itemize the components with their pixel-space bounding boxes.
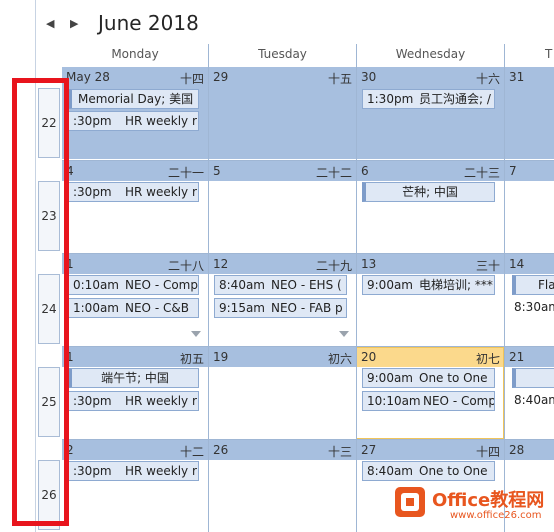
event-thursday-830[interactable]: 8:30am (512, 298, 554, 318)
event-elevator-training[interactable]: 9:00am 电梯培训; *** (362, 275, 495, 295)
event-hr-weekly[interactable]: :30pm HR weekly r (68, 182, 199, 202)
watermark-url: www.office26.com (450, 510, 542, 521)
grid-line (208, 44, 209, 532)
prev-month-button[interactable]: ◀ (46, 17, 54, 30)
day-header[interactable]: 2 十二 (62, 440, 208, 460)
event-one-to-one[interactable]: 8:40am One to One (362, 461, 495, 481)
day-header[interactable]: 1 二十八 (62, 254, 208, 274)
event-neo-cb[interactable]: 1:00am NEO - C&B (68, 298, 199, 318)
month-title: June 2018 (98, 11, 199, 35)
office-logo-icon (392, 484, 428, 520)
event-hr-weekly[interactable]: :30pm HR weekly r (68, 391, 199, 411)
grid-line (62, 253, 554, 254)
weekday-monday: Monday (111, 47, 159, 61)
grid-line (356, 44, 357, 532)
day-header[interactable]: May 28 十四 (62, 67, 208, 87)
event-one-to-one[interactable]: 9:00am One to One (362, 368, 495, 388)
event-neo-comp[interactable]: 10:10am NEO - Comp (362, 391, 495, 411)
weekday-tuesday: Tuesday (258, 47, 307, 61)
day-header[interactable]: 1 初五 (62, 347, 208, 367)
grid-line (504, 44, 505, 532)
weekday-thursday: T (545, 47, 553, 61)
event-thursday-allday[interactable] (512, 368, 554, 388)
grid-line (62, 346, 554, 347)
event-hr-weekly[interactable]: :30pm HR weekly r (68, 461, 199, 481)
day-header[interactable]: 14 (505, 254, 554, 274)
grid-line (62, 439, 554, 440)
more-events-indicator[interactable] (191, 331, 201, 337)
more-events-indicator[interactable] (339, 331, 349, 337)
weekday-wednesday: Wednesday (395, 47, 466, 61)
event-thursday-allday[interactable]: Fla (512, 275, 554, 295)
day-header[interactable]: 12 二十九 (209, 254, 356, 274)
next-month-button[interactable]: ▶ (70, 17, 78, 30)
day-header[interactable]: 7 (505, 161, 554, 181)
event-memorial-day[interactable]: Memorial Day; 美国 (68, 89, 199, 109)
event-neo-ehs[interactable]: 8:40am NEO - EHS ( (214, 275, 347, 295)
day-header[interactable]: 29 十五 (209, 67, 356, 87)
event-mangzhong[interactable]: 芒种; 中国 (362, 182, 495, 202)
day-header[interactable]: 19 初六 (209, 347, 356, 367)
day-header[interactable]: 21 (505, 347, 554, 367)
highlight-rectangle (12, 78, 69, 526)
event-staff-meeting[interactable]: 1:30pm 员工沟通会; / (362, 89, 495, 109)
grid-line (62, 160, 554, 161)
day-header[interactable]: 4 二十一 (62, 161, 208, 181)
day-header[interactable]: 28 (505, 440, 554, 460)
watermark-brand: Office教程网 (432, 490, 545, 511)
event-thursday-840[interactable]: 8:40am (512, 391, 554, 411)
event-neo-fab[interactable]: 9:15am NEO - FAB p (214, 298, 347, 318)
day-header[interactable]: 6 二十三 (357, 161, 504, 181)
day-header[interactable]: 5 二十二 (209, 161, 356, 181)
day-header[interactable]: 26 十三 (209, 440, 356, 460)
day-header[interactable]: 30 十六 (357, 67, 504, 87)
event-duanwu[interactable]: 端午节; 中国 (68, 368, 199, 388)
day-header[interactable]: 27 十四 (357, 440, 504, 460)
event-neo-comp[interactable]: 0:10am NEO - Comp (68, 275, 199, 295)
event-hr-weekly[interactable]: :30pm HR weekly r (68, 111, 199, 131)
day-header[interactable]: 31 (505, 67, 554, 87)
day-header[interactable]: 13 三十 (357, 254, 504, 274)
